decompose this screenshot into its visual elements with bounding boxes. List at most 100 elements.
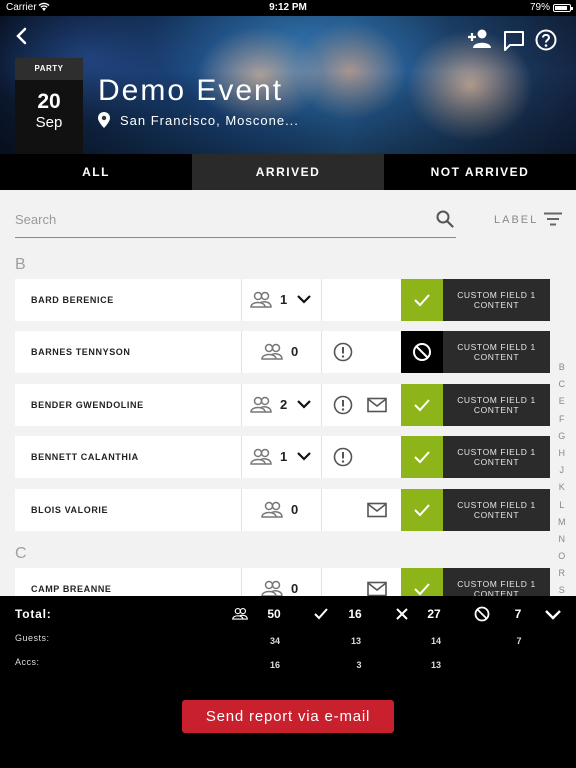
check-icon <box>414 451 430 464</box>
accs-all: 16 <box>269 660 280 670</box>
search-input[interactable] <box>15 208 456 238</box>
accs-not-arrived: 13 <box>430 660 441 670</box>
accs-arrived: 3 <box>356 660 362 670</box>
guest-row[interactable]: BENNETT CALANTHIA 1 CUSTOM FIELD 1 CONTE… <box>15 436 550 478</box>
custom-field-value: CONTENT <box>473 457 520 467</box>
index-letter[interactable]: J <box>554 465 570 482</box>
guests-label: Guests: <box>15 633 50 643</box>
tab-all[interactable]: ALL <box>0 154 192 190</box>
arrived-toggle[interactable] <box>401 436 443 478</box>
filter-tabs: ALL ARRIVED NOT ARRIVED <box>0 154 576 190</box>
event-header: PARTY 20 Sep Demo Event San Francisco, M… <box>0 16 576 154</box>
accs-label: Accs: <box>15 657 40 667</box>
search-icon[interactable] <box>436 210 454 228</box>
custom-field-label: CUSTOM FIELD 1 <box>457 290 536 300</box>
guest-name: BLOIS VALORIE <box>31 505 109 515</box>
mail-icon[interactable] <box>367 397 387 413</box>
index-letter[interactable]: R <box>554 568 570 585</box>
people-icon <box>250 396 272 413</box>
status-bar: Carrier 9:12 PM 79% <box>0 0 576 16</box>
check-icon <box>414 504 430 517</box>
event-category-tag: PARTY <box>15 58 83 80</box>
guest-row[interactable]: BENDER GWENDOLINE 2 CUSTOM FIELD 1 CONTE… <box>15 384 550 426</box>
label-filter-button[interactable]: LABEL <box>494 214 538 226</box>
custom-field-value: CONTENT <box>473 405 520 415</box>
index-letter[interactable]: K <box>554 482 570 499</box>
alert-icon[interactable] <box>333 395 353 415</box>
custom-field: CUSTOM FIELD 1 CONTENT <box>443 384 550 426</box>
index-letter[interactable]: E <box>554 396 570 413</box>
guests-arrived: 13 <box>350 636 361 646</box>
total-not-arrived: 27 <box>427 607 441 621</box>
alphabet-index[interactable]: B C E F G H J K L M N O R S <box>554 362 570 603</box>
index-letter[interactable]: M <box>554 517 570 534</box>
guests-all: 34 <box>269 636 280 646</box>
index-letter[interactable]: C <box>554 379 570 396</box>
index-letter[interactable]: B <box>554 362 570 379</box>
custom-field-value: CONTENT <box>473 352 520 362</box>
divider <box>321 279 322 321</box>
location-pin-icon <box>98 112 110 128</box>
index-letter[interactable]: L <box>554 500 570 517</box>
divider <box>321 384 322 426</box>
back-icon[interactable] <box>12 26 32 46</box>
custom-field-value: CONTENT <box>473 300 520 310</box>
chevron-down-icon[interactable] <box>297 293 311 305</box>
index-letter[interactable]: O <box>554 551 570 568</box>
event-month: Sep <box>35 114 63 131</box>
arrived-toggle[interactable] <box>401 384 443 426</box>
blocked-icon <box>474 606 490 622</box>
alert-icon[interactable] <box>333 447 353 467</box>
custom-field: CUSTOM FIELD 1 CONTENT <box>443 436 550 478</box>
check-icon <box>414 399 430 412</box>
custom-field: CUSTOM FIELD 1 CONTENT <box>443 489 550 531</box>
people-icon <box>261 501 283 518</box>
guest-count: 2 <box>280 397 288 412</box>
mail-icon[interactable] <box>367 581 387 597</box>
send-report-button[interactable]: Send report via e-mail <box>182 700 394 733</box>
tab-not-arrived[interactable]: NOT ARRIVED <box>384 154 576 190</box>
divider <box>321 331 322 373</box>
mail-icon[interactable] <box>367 502 387 518</box>
arrived-toggle[interactable] <box>401 489 443 531</box>
total-blocked: 7 <box>514 607 522 621</box>
tab-arrived[interactable]: ARRIVED <box>192 154 384 190</box>
divider <box>241 436 242 478</box>
blocked-toggle[interactable] <box>401 331 443 373</box>
custom-field: CUSTOM FIELD 1 CONTENT <box>443 279 550 321</box>
guest-row[interactable]: BLOIS VALORIE 0 CUSTOM FIELD 1 CONTENT <box>15 489 550 531</box>
guest-count: 0 <box>291 344 299 359</box>
event-date-box: PARTY 20 Sep <box>15 58 83 154</box>
help-icon[interactable] <box>535 29 557 51</box>
index-letter[interactable]: H <box>554 448 570 465</box>
custom-field-label: CUSTOM FIELD 1 <box>457 579 536 589</box>
check-icon <box>414 294 430 307</box>
guest-row[interactable]: BARD BERENICE 1 CUSTOM FIELD 1 CONTENT <box>15 279 550 321</box>
divider <box>241 279 242 321</box>
index-letter[interactable]: N <box>554 534 570 551</box>
divider <box>241 384 242 426</box>
chevron-down-icon[interactable] <box>297 450 311 462</box>
chat-icon[interactable] <box>503 30 525 52</box>
battery-icon <box>553 4 573 12</box>
chevron-down-icon[interactable] <box>545 608 561 622</box>
divider <box>321 489 322 531</box>
people-icon <box>232 607 248 620</box>
index-letter[interactable]: G <box>554 431 570 448</box>
event-day: 20 <box>37 90 61 113</box>
guests-not-arrived: 14 <box>430 636 441 646</box>
blocked-icon <box>413 343 431 361</box>
divider <box>241 331 242 373</box>
custom-field-label: CUSTOM FIELD 1 <box>457 342 536 352</box>
chevron-down-icon[interactable] <box>297 398 311 410</box>
alert-icon[interactable] <box>333 342 353 362</box>
arrived-toggle[interactable] <box>401 279 443 321</box>
custom-field-label: CUSTOM FIELD 1 <box>457 447 536 457</box>
guest-name: BARD BERENICE <box>31 295 114 305</box>
guest-row[interactable]: BARNES TENNYSON 0 CUSTOM FIELD 1 CONTENT <box>15 331 550 373</box>
filter-icon[interactable] <box>544 212 562 226</box>
add-person-icon[interactable] <box>467 28 493 50</box>
total-all: 50 <box>267 607 281 621</box>
guests-blocked: 7 <box>516 636 522 646</box>
index-letter[interactable]: F <box>554 414 570 431</box>
